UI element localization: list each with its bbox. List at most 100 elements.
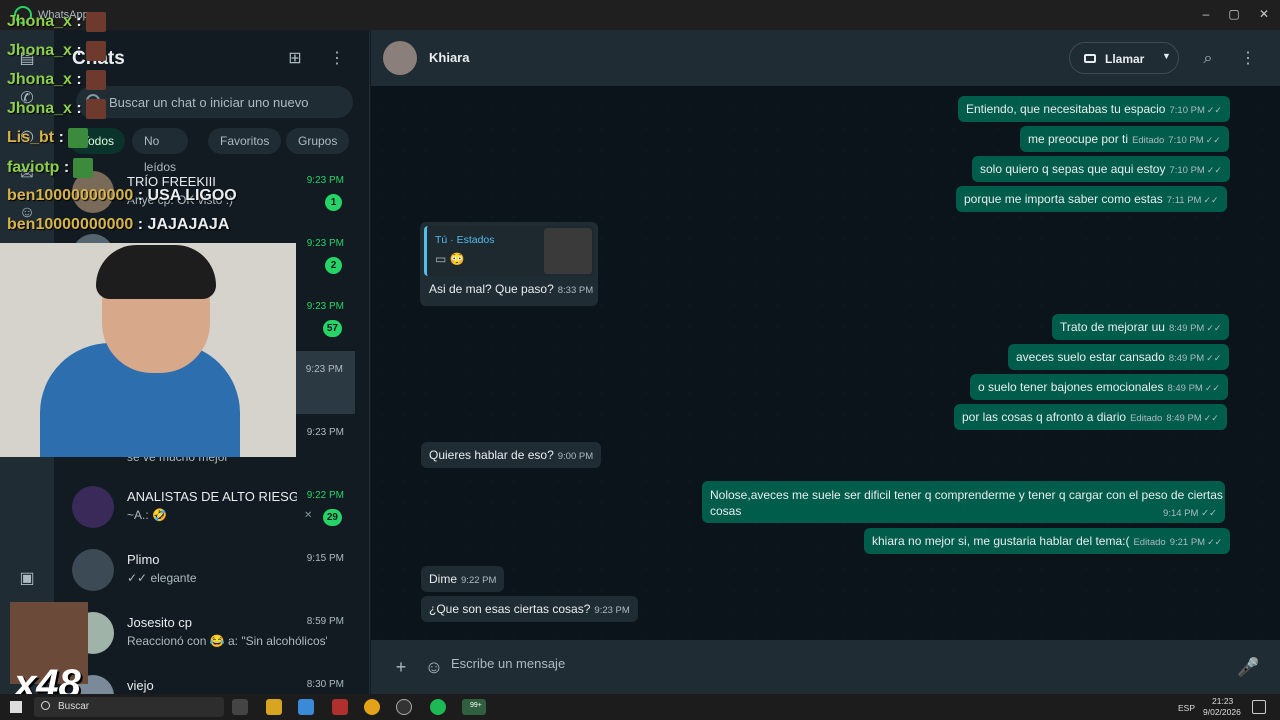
chat-preview: ~A.: 🤣: [127, 508, 167, 522]
webcam-overlay: [0, 243, 296, 457]
chat-row[interactable]: ANALISTAS DE ALTO RIESG... 9:22 PM ~A.: …: [54, 477, 370, 540]
message-outgoing[interactable]: Entiendo, que necesitabas tu espacio 7:10…: [958, 96, 1230, 122]
chat-name: viejo: [127, 678, 154, 693]
chat-time: 8:30 PM: [306, 679, 344, 690]
whatsapp-taskbar-icon[interactable]: 99+: [462, 699, 486, 715]
message-outgoing[interactable]: Trato de mejorar uu 8:49 PM ✓✓: [1052, 314, 1230, 340]
read-ticks-icon: ✓✓: [1206, 165, 1222, 175]
menu-dots-icon[interactable]: ⋮: [1237, 48, 1259, 70]
message-text: por las cosas q afronto a diario: [962, 410, 1127, 424]
stream-chat-line: ben10000000000 : USA LIGOO: [7, 187, 237, 205]
message-outgoing[interactable]: me preocupe por ti Editado 7:10 PM ✓✓: [1020, 126, 1229, 152]
message-text: ¿Que son esas ciertas cosas?: [429, 602, 591, 616]
muted-icon: ✕: [304, 510, 313, 521]
chat-row[interactable]: Josesito cp 8:59 PM Reaccionó con 😂 a: "…: [54, 603, 370, 666]
stream-chat-line: Lis_bt :: [7, 128, 88, 148]
stream-chat-line: faviotp :: [7, 158, 94, 178]
emote-icon: [85, 12, 106, 32]
stream-chat-text: :: [76, 100, 82, 118]
language-indicator[interactable]: ESP: [1178, 703, 1195, 713]
task-view-icon[interactable]: [232, 699, 248, 715]
message-outgoing[interactable]: Nolose,aveces me suele ser dificil tener…: [702, 481, 1225, 523]
message-text: me preocupe por ti: [1028, 132, 1129, 146]
search-icon[interactable]: ⌕: [1197, 48, 1219, 70]
read-ticks-icon: ✓✓: [1206, 105, 1222, 115]
chat-time: 9:23 PM: [306, 238, 344, 249]
message-outgoing[interactable]: o suelo tener bajones emocionales 8:49 PM…: [970, 374, 1228, 400]
chat-row[interactable]: viejo 8:30 PM: [54, 666, 370, 694]
chat-row[interactable]: Plimo 9:15 PM ✓✓ elegante: [54, 540, 370, 603]
menu-dots-icon[interactable]: ⋮: [326, 48, 348, 70]
message-time: 9:22 PM: [461, 575, 497, 586]
minimize-button[interactable]: –: [1192, 4, 1220, 24]
search-input[interactable]: Buscar un chat o iniciar uno nuevo: [76, 86, 353, 118]
filter-no-leidos[interactable]: No leídos: [132, 128, 189, 174]
stream-chat-line: Jhona_x :: [7, 70, 106, 90]
message-text: aveces suelo estar cansado: [1016, 350, 1165, 364]
clock-time[interactable]: 21:23: [1212, 696, 1233, 706]
status-thumbnail: [544, 228, 592, 274]
message-outgoing[interactable]: khiara no mejor si, me gustaria hablar d…: [864, 528, 1231, 554]
chat-row-selected[interactable]: 9:23 PM: [294, 351, 355, 414]
obs-icon[interactable]: [396, 699, 412, 715]
notes-app-icon[interactable]: [298, 699, 314, 715]
taskbar-search[interactable]: Buscar: [34, 697, 224, 717]
stream-chat-text: : USA LIGOO: [137, 187, 237, 204]
stream-chat-text: : JAJAJAJA: [137, 216, 230, 233]
maximize-button[interactable]: ▢: [1220, 4, 1248, 24]
message-time: 9:21 PM: [1169, 537, 1206, 548]
quoted-status[interactable]: Tú · Estados ▭ 😳: [424, 226, 594, 276]
read-ticks-icon: ✓✓: [1206, 353, 1222, 363]
message-time: 7:11 PM: [1166, 195, 1202, 206]
taskbar-search-label: Buscar: [58, 701, 90, 712]
read-ticks-icon: ✓✓: [1207, 537, 1223, 547]
read-ticks-icon: ✓✓: [1206, 323, 1222, 333]
stream-chat-user: Lis_bt: [7, 129, 55, 147]
message-incoming[interactable]: Dime 9:22 PM: [421, 566, 505, 592]
message-outgoing[interactable]: aveces suelo estar cansado 8:49 PM ✓✓: [1008, 344, 1230, 370]
stream-chat-text: :: [76, 71, 82, 89]
chevron-down-icon: ▼: [1162, 51, 1171, 61]
message-incoming[interactable]: Quieres hablar de eso? 9:00 PM: [421, 442, 602, 468]
emoji-sticker-icon[interactable]: ☺: [423, 656, 445, 678]
stream-chat-text: :: [76, 13, 82, 31]
attach-plus-icon[interactable]: +: [390, 656, 412, 678]
filter-grupos[interactable]: Grupos: [286, 128, 350, 154]
close-button[interactable]: ✕: [1250, 4, 1278, 24]
unread-badge: 57: [322, 320, 342, 337]
clock-date[interactable]: 9/02/2026: [1203, 707, 1241, 717]
notifications-icon[interactable]: [1252, 700, 1266, 714]
new-chat-icon[interactable]: ⊞: [284, 48, 306, 70]
message-input[interactable]: Escribe un mensaje: [451, 656, 565, 671]
spotify-icon[interactable]: [430, 699, 446, 715]
search-icon: [41, 701, 50, 710]
stream-chat-user: ben10000000000: [7, 187, 134, 204]
chat-name: Plimo: [127, 552, 160, 567]
app-icon[interactable]: [332, 699, 348, 715]
file-explorer-icon[interactable]: [266, 699, 282, 715]
call-button[interactable]: Llamar ▼: [1069, 42, 1179, 74]
whatsapp-badge: 99+: [470, 702, 482, 709]
chrome-icon[interactable]: [364, 699, 380, 715]
contact-avatar[interactable]: [383, 41, 417, 75]
windows-start-icon[interactable]: [10, 701, 22, 713]
filter-favoritos[interactable]: Favoritos: [208, 128, 282, 154]
webcam-person-hair: [96, 245, 216, 299]
message-time: 8:49 PM: [1167, 383, 1203, 394]
video-icon: ▭: [435, 252, 450, 266]
microphone-icon[interactable]: 🎤: [1237, 656, 1259, 678]
message-outgoing[interactable]: por las cosas q afronto a diario Editado 8…: [954, 404, 1227, 430]
emote-icon: [85, 70, 106, 90]
message-time: 8:49 PM: [1168, 323, 1205, 334]
message-incoming[interactable]: ¿Que son esas ciertas cosas? 9:23 PM: [421, 596, 638, 622]
message-outgoing[interactable]: solo quiero q sepas que aqui estoy 7:10 P…: [972, 156, 1230, 182]
stream-chat-user: Jhona_x: [7, 71, 72, 89]
quote-emoji-text: 😳: [449, 252, 465, 266]
conversation-header[interactable]: Khiara Llamar ▼ ⌕ ⋮: [371, 30, 1280, 86]
message-time: 8:49 PM: [1168, 353, 1205, 364]
message-outgoing[interactable]: porque me importa saber como estas 7:11 P…: [956, 186, 1227, 212]
screen: WhatsApp – ▢ ✕ ▤ ✆ ◎ ✉ ☺ ▣ Chats ⊞ ⋮ Bus…: [0, 0, 1280, 720]
contact-name[interactable]: Khiara: [429, 50, 469, 65]
media-gallery-icon[interactable]: ▣: [16, 568, 38, 590]
search-placeholder: Buscar un chat o iniciar uno nuevo: [109, 95, 309, 110]
